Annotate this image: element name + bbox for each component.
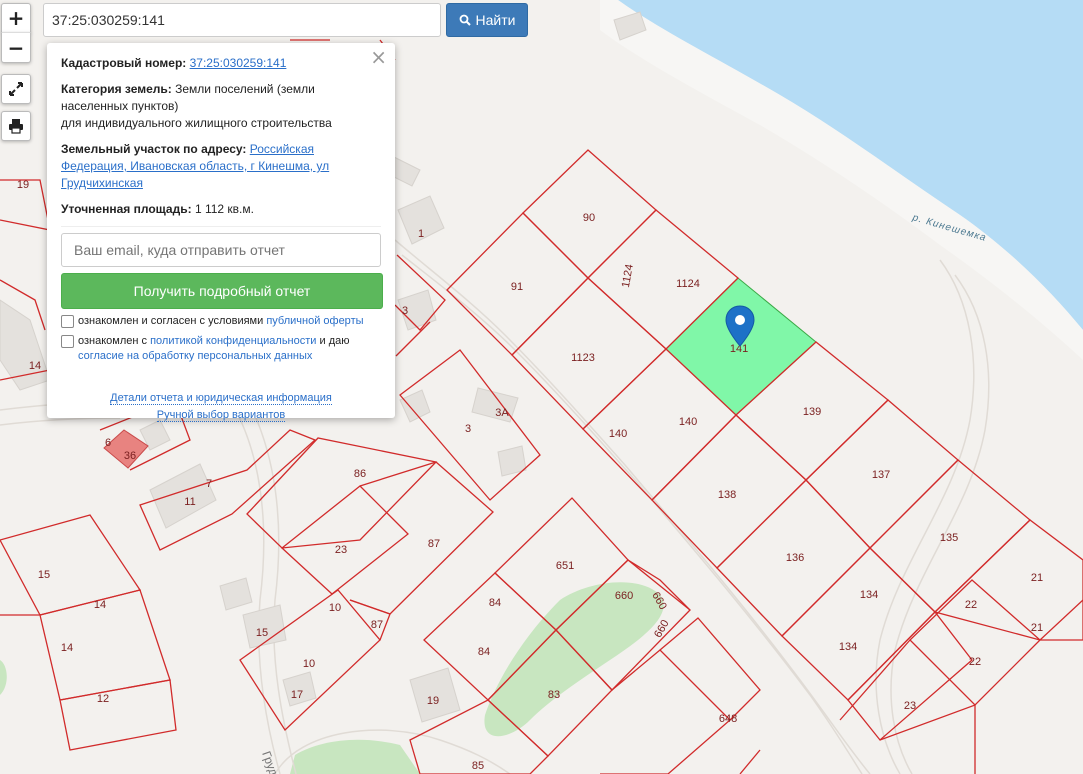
parcel-number-label: 140	[679, 416, 697, 428]
parcel-number-label: 85	[472, 760, 484, 772]
parcel-number-label: 651	[556, 560, 574, 572]
category-use: для индивидуального жилищного строительс…	[61, 116, 332, 130]
search-icon	[459, 14, 471, 26]
parcel-number-label: 22	[969, 656, 981, 668]
parcel-number-label: 14	[94, 599, 106, 611]
consent-offer-checkbox[interactable]	[61, 315, 74, 328]
divider	[61, 226, 381, 227]
parcel-number-label: 139	[803, 406, 821, 418]
close-icon[interactable]: ×	[370, 47, 387, 67]
consent-privacy-text: ознакомлен с	[78, 335, 148, 347]
parcel-number-label: 135	[940, 532, 958, 544]
parcel-number-label: 36	[124, 450, 136, 462]
cadastral-label: Кадастровый номер:	[61, 56, 187, 70]
parcel-number-label: 3	[402, 305, 408, 317]
parcel-number-label: 6	[105, 437, 111, 449]
report-details-link[interactable]: Детали отчета и юридическая информация	[110, 392, 332, 405]
parcel-number-label: 1124	[676, 278, 700, 290]
find-button-label: Найти	[475, 12, 516, 28]
parcel-number-label: 660	[615, 590, 633, 602]
parcel-number-label: 22	[965, 599, 977, 611]
parcel-number-label: 134	[839, 641, 857, 653]
area-label: Уточненная площадь:	[61, 202, 192, 216]
parcel-number-label: 83	[548, 689, 560, 701]
parcel-number-label: 87	[428, 538, 440, 550]
privacy-policy-link[interactable]: политикой конфиденциальности	[150, 335, 316, 347]
cadastral-number-link[interactable]: 37:25:030259:141	[190, 56, 287, 70]
parcel-number-label: 14	[29, 360, 41, 372]
get-report-button[interactable]: Получить подробный отчет	[61, 273, 383, 309]
parcel-number-label: 1123	[571, 352, 595, 364]
parcel-number-label: 23	[335, 544, 347, 556]
consent-offer-text: ознакомлен и согласен с условиями	[78, 315, 264, 327]
consent-privacy-mid: и даю	[319, 335, 350, 347]
parcel-number-label: 7	[206, 478, 212, 490]
find-button[interactable]: Найти	[446, 3, 528, 37]
parcel-number-label: 134	[860, 589, 878, 601]
parcel-number-label: 3	[465, 423, 471, 435]
zoom-in-button[interactable]: +	[1, 3, 31, 33]
consent-privacy-row: ознакомлен с политикой конфиденциальност…	[61, 334, 381, 364]
zoom-out-button[interactable]: −	[1, 32, 31, 63]
parcel-number-label: 648	[719, 713, 737, 725]
parcel-number-label: 140	[609, 428, 627, 440]
category-label: Категория земель:	[61, 82, 172, 96]
parcel-number-label: 137	[872, 469, 890, 481]
parcel-info-popup: × Кадастровый номер: 37:25:030259:141 Ка…	[47, 43, 395, 422]
consent-privacy-checkbox[interactable]	[61, 335, 74, 348]
parcel-number-label: 1	[418, 228, 424, 240]
public-offer-link[interactable]: публичной оферты	[266, 315, 363, 327]
print-icon[interactable]	[1, 111, 31, 141]
personal-data-link[interactable]: согласие на обработку персональных данны…	[78, 350, 312, 362]
search-input[interactable]	[43, 3, 441, 37]
address-label: Земельный участок по адресу:	[61, 142, 247, 156]
parcel-number-label: 11	[184, 496, 195, 508]
consent-offer-row: ознакомлен и согласен с условиями публич…	[61, 314, 381, 329]
parcel-number-label: 86	[354, 468, 366, 480]
parcel-number-label: 15	[38, 569, 50, 581]
fullscreen-icon[interactable]	[1, 74, 31, 104]
email-input[interactable]	[61, 233, 381, 267]
parcel-number-label: 10	[303, 658, 315, 670]
parcel-number-label: 21	[1031, 622, 1043, 634]
area-value: 1 112 кв.м.	[194, 202, 254, 216]
parcel-number-label: 90	[583, 212, 595, 224]
parcel-number-label: 91	[511, 281, 523, 293]
parcel-number-label: 12	[97, 693, 109, 705]
parcel-number-label: 23	[904, 700, 916, 712]
parcel-number-label: 136	[786, 552, 804, 564]
parcel-number-label: 138	[718, 489, 736, 501]
parcel-number-label: 14	[61, 642, 73, 654]
parcel-number-label: 87	[371, 619, 383, 631]
parcel-number-label: 3А	[495, 407, 509, 419]
parcel-number-label: 15	[256, 627, 268, 639]
parcel-number-label: 84	[478, 646, 490, 658]
parcel-number-label: 19	[427, 695, 439, 707]
footer-links: Детали отчета и юридическая информация Р…	[61, 390, 381, 424]
parcel-number-label: 21	[1031, 572, 1043, 584]
manual-selection-link[interactable]: Ручной выбор вариантов	[156, 409, 286, 422]
parcel-number-label: 17	[291, 689, 303, 701]
parcel-number-label: 19	[17, 179, 29, 191]
parcel-number-label: 84	[489, 597, 501, 609]
parcel-number-label: 10	[329, 602, 341, 614]
